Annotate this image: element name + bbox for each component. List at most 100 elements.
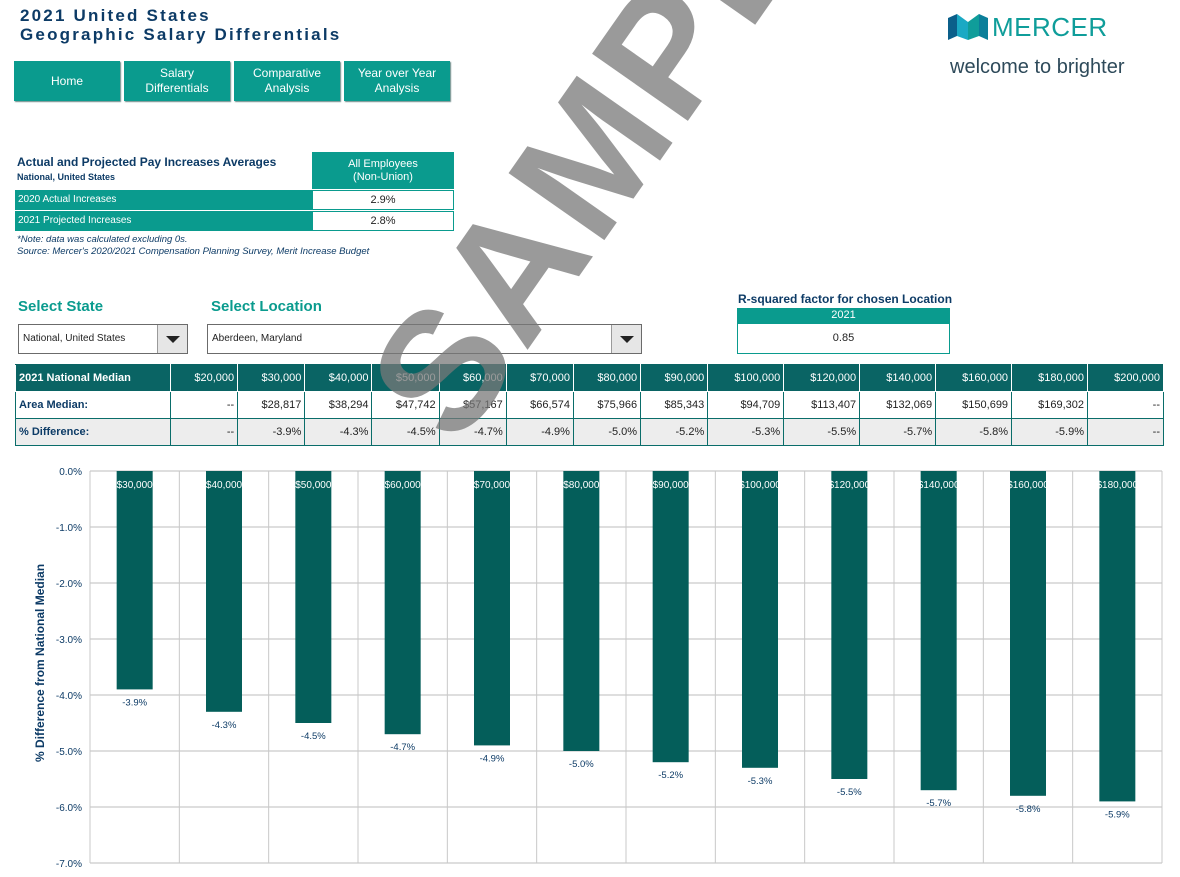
table-cell: -4.3% xyxy=(304,418,373,446)
data-label: -5.9% xyxy=(1105,809,1130,820)
category-label: $60,000 xyxy=(385,480,422,491)
bar xyxy=(384,471,421,735)
chevron-down-icon[interactable] xyxy=(157,325,187,353)
table-header-cell: $30,000 xyxy=(237,364,306,392)
category-label: $70,000 xyxy=(474,480,511,491)
table-cell: -4.9% xyxy=(505,418,574,446)
table-cell: $94,709 xyxy=(707,391,785,419)
nav-year-over-year-button[interactable]: Year over Year Analysis xyxy=(344,61,450,101)
table-cell: -3.9% xyxy=(237,418,306,446)
table-row: Area Median: -- $28,817 $38,294 $47,742 … xyxy=(15,391,1164,419)
pay-increases-title: Actual and Projected Pay Increases Avera… xyxy=(17,155,277,169)
nav-comparative-analysis-button[interactable]: Comparative Analysis xyxy=(234,61,340,101)
nav-salary-differentials-label: Salary Differentials xyxy=(145,66,209,95)
data-label: -5.3% xyxy=(748,776,773,787)
table-cell: $66,574 xyxy=(505,391,574,419)
select-location-value: Aberdeen, Maryland xyxy=(212,333,303,344)
y-tick-label: -5.0% xyxy=(56,747,82,758)
bar xyxy=(652,471,689,763)
table-cell: -5.7% xyxy=(859,418,937,446)
category-label: $120,000 xyxy=(828,480,870,491)
r-squared-title: R-squared factor for chosen Location xyxy=(738,292,953,306)
bar xyxy=(920,471,957,791)
table-header-cell: $70,000 xyxy=(505,364,574,392)
table-cell: $28,817 xyxy=(237,391,306,419)
y-tick-label: -6.0% xyxy=(56,803,82,814)
table-header-cell: $200,000 xyxy=(1087,364,1164,392)
select-location-label: Select Location xyxy=(211,298,322,315)
y-tick-label: -3.0% xyxy=(56,635,82,646)
r-squared-year: 2021 xyxy=(737,308,950,323)
table-cell: -5.3% xyxy=(707,418,785,446)
category-label: $30,000 xyxy=(117,480,154,491)
data-label: -5.0% xyxy=(569,759,594,770)
row-label-percent-difference: % Difference: xyxy=(15,418,171,446)
bar xyxy=(563,471,600,751)
table-cell: -- xyxy=(1087,418,1164,446)
table-cell: $85,343 xyxy=(640,391,709,419)
pay-increases-column-header: All Employees (Non-Union) xyxy=(312,152,454,189)
data-label: -5.8% xyxy=(1016,804,1041,815)
nav-comparative-analysis-label: Comparative Analysis xyxy=(252,66,322,95)
page-title-line1: 2021 United States xyxy=(20,6,211,25)
table-row: % Difference: -- -3.9% -4.3% -4.5% -4.7%… xyxy=(15,418,1164,446)
y-tick-label: -1.0% xyxy=(56,523,82,534)
nav-salary-differentials-button[interactable]: Salary Differentials xyxy=(124,61,230,101)
bar xyxy=(742,471,778,768)
table-cell: -4.7% xyxy=(438,418,507,446)
table-cell: -5.2% xyxy=(640,418,709,446)
table-header-row: 2021 National Median $20,000 $30,000 $40… xyxy=(15,364,1164,392)
page-title-line2: Geographic Salary Differentials xyxy=(20,25,342,44)
bar xyxy=(1010,471,1046,796)
table-header-cell: $180,000 xyxy=(1011,364,1089,392)
table-cell: -5.5% xyxy=(783,418,861,446)
table-cell: $75,966 xyxy=(572,391,642,419)
table-header-cell: $50,000 xyxy=(371,364,440,392)
table-header-cell: $40,000 xyxy=(304,364,373,392)
pay-row-label-actual: 2020 Actual Increases xyxy=(15,190,312,210)
select-location-dropdown[interactable]: Aberdeen, Maryland xyxy=(207,324,642,354)
bar xyxy=(831,471,868,779)
pay-row-label-projected: 2021 Projected Increases xyxy=(15,211,312,231)
data-label: -4.3% xyxy=(212,720,237,731)
table-cell: $57,167 xyxy=(438,391,507,419)
table-header-cell: $20,000 xyxy=(169,364,239,392)
table-cell: $47,742 xyxy=(371,391,440,419)
pay-increases-source: Source: Mercer's 2020/2021 Compensation … xyxy=(17,246,370,257)
select-state-label: Select State xyxy=(18,298,104,315)
select-state-value: National, United States xyxy=(23,333,126,344)
y-tick-label: -7.0% xyxy=(56,859,82,870)
select-state-dropdown[interactable]: National, United States xyxy=(18,324,188,354)
chevron-down-icon[interactable] xyxy=(611,325,641,353)
category-label: $140,000 xyxy=(918,480,960,491)
table-header-cell: $160,000 xyxy=(935,364,1013,392)
table-cell: -5.8% xyxy=(935,418,1013,446)
pay-increases-subtitle: National, United States xyxy=(17,172,116,182)
category-label: $160,000 xyxy=(1007,480,1049,491)
page-title: 2021 United States Geographic Salary Dif… xyxy=(20,6,341,44)
pay-row-value-projected: 2.8% xyxy=(312,211,454,231)
category-label: $50,000 xyxy=(295,480,332,491)
logo-tagline: welcome to brighter xyxy=(950,56,1125,78)
bar xyxy=(474,471,510,746)
y-tick-label: -2.0% xyxy=(56,579,82,590)
table-header-label: 2021 National Median xyxy=(15,364,171,392)
mercer-logo: MERCER welcome to brighter xyxy=(948,12,1148,82)
y-tick-label: 0.0% xyxy=(59,467,82,478)
table-header-cell: $80,000 xyxy=(572,364,642,392)
table-header-cell: $90,000 xyxy=(640,364,709,392)
table-cell: $38,294 xyxy=(304,391,373,419)
logo-wordmark: MERCER xyxy=(992,12,1108,42)
r-squared-value: 0.85 xyxy=(737,323,950,354)
category-label: $90,000 xyxy=(653,480,690,491)
pay-increases-note: *Note: data was calculated excluding 0s. xyxy=(17,234,188,245)
category-label: $180,000 xyxy=(1096,480,1138,491)
nav-home-button[interactable]: Home xyxy=(14,61,120,101)
table-cell: -4.5% xyxy=(371,418,440,446)
category-label: $80,000 xyxy=(563,480,600,491)
mercer-logo-icon xyxy=(948,14,988,40)
pay-increases-column-header-text: All Employees (Non-Union) xyxy=(348,157,418,183)
row-label-area-median: Area Median: xyxy=(15,391,171,419)
data-label: -4.5% xyxy=(301,731,326,742)
category-label: $40,000 xyxy=(206,480,243,491)
